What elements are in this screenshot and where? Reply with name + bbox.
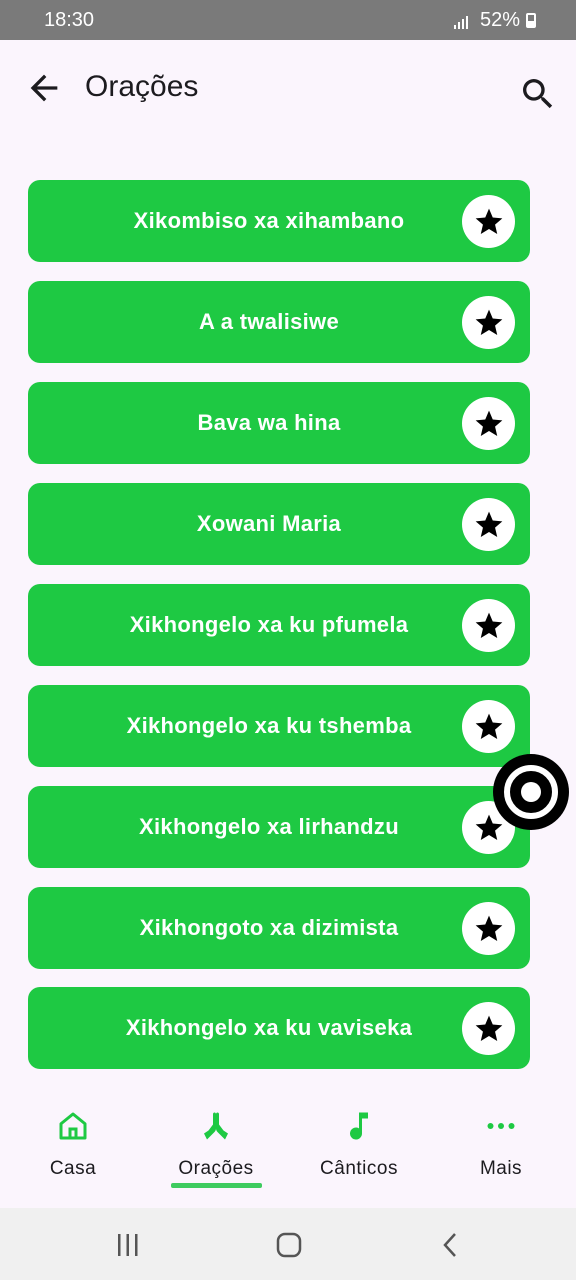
status-indicators: 52% bbox=[453, 9, 536, 32]
system-navigation-bar bbox=[0, 1208, 576, 1280]
favorite-button[interactable] bbox=[462, 902, 515, 955]
music-note-icon bbox=[350, 1112, 368, 1140]
praying-hands-icon bbox=[204, 1112, 228, 1140]
nav-label: Cânticos bbox=[320, 1158, 398, 1179]
star-icon bbox=[475, 410, 502, 436]
prayer-title: Xikhongelo xa ku pfumela bbox=[129, 612, 409, 637]
arrow-back-icon bbox=[30, 74, 58, 102]
status-time: 18:30 bbox=[44, 9, 95, 31]
nav-label: Orações bbox=[178, 1158, 254, 1179]
back-nav-icon[interactable] bbox=[440, 1232, 460, 1258]
back-button[interactable] bbox=[24, 68, 64, 108]
recent-apps-icon[interactable] bbox=[114, 1232, 142, 1258]
app-bar: Orações bbox=[0, 40, 576, 136]
home-nav-icon[interactable] bbox=[276, 1232, 302, 1258]
prayer-item[interactable]: Xowani Maria bbox=[28, 483, 530, 565]
search-button[interactable] bbox=[518, 74, 558, 114]
favorite-button[interactable] bbox=[462, 700, 515, 753]
selected-tab-indicator bbox=[171, 1183, 262, 1188]
prayer-title: Xikhongelo xa lirhandzu bbox=[139, 814, 399, 839]
prayer-item[interactable]: A a twalisiwe bbox=[28, 281, 530, 363]
star-icon bbox=[475, 511, 502, 537]
favorite-button[interactable] bbox=[462, 195, 515, 248]
favorite-button[interactable] bbox=[462, 397, 515, 450]
nav-item-canticos[interactable]: Cânticos bbox=[309, 1090, 409, 1200]
search-icon bbox=[523, 79, 553, 109]
floating-assistant-button[interactable] bbox=[493, 754, 569, 830]
favorite-button[interactable] bbox=[462, 296, 515, 349]
prayer-title: Xikombiso xa xihambano bbox=[133, 208, 405, 233]
prayer-item[interactable]: Xikhongelo xa ku tshemba bbox=[28, 685, 530, 767]
prayer-title: Xowani Maria bbox=[196, 511, 342, 536]
star-icon bbox=[475, 612, 502, 638]
star-icon bbox=[475, 814, 502, 840]
prayer-title: Bava wa hina bbox=[197, 410, 341, 435]
prayer-item[interactable]: Bava wa hina bbox=[28, 382, 530, 464]
battery-percent: 52% bbox=[479, 9, 520, 31]
prayer-item[interactable]: Xikombiso xa xihambano bbox=[28, 180, 530, 262]
nav-item-mais[interactable]: Mais bbox=[451, 1090, 551, 1200]
page-title: Orações bbox=[85, 70, 199, 103]
star-icon bbox=[475, 309, 502, 335]
target-dot bbox=[521, 782, 541, 802]
star-icon bbox=[475, 915, 502, 941]
nav-label: Casa bbox=[49, 1158, 97, 1179]
prayer-item[interactable]: Xikhongelo xa ku vaviseka bbox=[28, 987, 530, 1069]
prayer-item[interactable]: Xikhongelo xa ku pfumela bbox=[28, 584, 530, 666]
prayer-title: A a twalisiwe bbox=[198, 309, 340, 334]
target-icon bbox=[504, 765, 558, 819]
star-icon bbox=[475, 208, 502, 234]
favorite-button[interactable] bbox=[462, 1002, 515, 1055]
status-bar: 18:30 52% bbox=[0, 0, 576, 40]
signal-icon bbox=[453, 13, 468, 29]
prayer-title: Xikhongelo xa ku tshemba bbox=[126, 713, 412, 738]
favorite-button[interactable] bbox=[462, 599, 515, 652]
prayer-title: Xikhongoto xa dizimista bbox=[139, 915, 399, 940]
prayer-item[interactable]: Xikhongelo xa lirhandzu bbox=[28, 786, 530, 868]
star-icon bbox=[475, 1015, 502, 1041]
prayer-item[interactable]: Xikhongoto xa dizimista bbox=[28, 887, 530, 969]
nav-item-casa[interactable]: Casa bbox=[23, 1090, 123, 1200]
battery-icon bbox=[526, 13, 536, 28]
nav-label: Mais bbox=[479, 1158, 523, 1179]
prayer-title: Xikhongelo xa ku vaviseka bbox=[125, 1015, 413, 1040]
bottom-navigation: Casa Orações Cânticos Mais bbox=[0, 1090, 576, 1208]
home-icon bbox=[59, 1112, 87, 1140]
favorite-button[interactable] bbox=[462, 498, 515, 551]
star-icon bbox=[475, 713, 502, 739]
more-horizontal-icon bbox=[487, 1123, 515, 1129]
